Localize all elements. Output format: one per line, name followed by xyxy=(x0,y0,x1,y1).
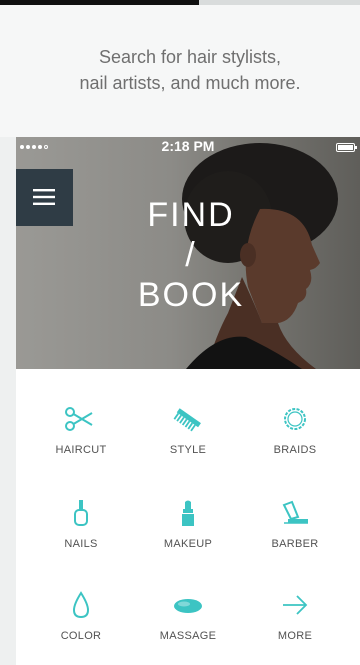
category-nails[interactable]: NAILS xyxy=(26,499,136,550)
braids-icon xyxy=(284,408,306,430)
hero-title-line: / xyxy=(185,236,197,274)
category-more[interactable]: MORE xyxy=(240,591,350,642)
hero-banner: 2:18 PM FIND / BOOK xyxy=(16,137,360,369)
category-braids[interactable]: BRAIDS xyxy=(240,405,350,456)
arrow-right-icon xyxy=(283,595,308,615)
category-label: MAKEUP xyxy=(163,538,213,550)
scissors-icon xyxy=(65,407,93,431)
category-label: COLOR xyxy=(60,630,102,642)
lipstick-icon xyxy=(182,500,194,526)
category-barber[interactable]: BARBER xyxy=(240,499,350,550)
status-bar: 2:18 PM xyxy=(16,137,360,157)
phone-screen: 2:18 PM FIND / BOOK HAIRCUT STYLE BRAIDS… xyxy=(16,137,360,665)
hero-title-line: BOOK xyxy=(137,276,245,314)
comb-icon xyxy=(173,408,201,432)
page-progress-bar xyxy=(0,0,360,5)
category-grid: HAIRCUT STYLE BRAIDS NAILS MAKEUP BARBER… xyxy=(16,369,360,665)
category-style[interactable]: STYLE xyxy=(133,405,243,456)
category-label: NAILS xyxy=(64,538,98,550)
hero-title: FIND / BOOK xyxy=(121,195,261,315)
category-makeup[interactable]: MAKEUP xyxy=(133,499,243,550)
category-haircut[interactable]: HAIRCUT xyxy=(26,405,136,456)
promo-tagline: Search for hair stylists, nail artists, … xyxy=(20,44,360,96)
page-progress-fill xyxy=(0,0,199,5)
category-massage[interactable]: MASSAGE xyxy=(133,591,243,642)
battery-icon xyxy=(336,143,357,152)
drop-icon xyxy=(72,591,90,619)
nail-polish-icon xyxy=(74,500,88,526)
category-label: BARBER xyxy=(271,538,319,550)
category-color[interactable]: COLOR xyxy=(26,591,136,642)
razor-icon xyxy=(282,500,308,524)
hamburger-icon xyxy=(33,189,55,205)
category-label: BRAIDS xyxy=(273,444,317,456)
status-time: 2:18 PM xyxy=(161,138,215,154)
tagline-line: nail artists, and much more. xyxy=(79,73,301,93)
menu-button[interactable] xyxy=(16,169,73,226)
category-label: STYLE xyxy=(169,444,207,456)
massage-stone-icon xyxy=(174,599,202,613)
hero-title-line: FIND xyxy=(147,196,235,234)
category-label: MASSAGE xyxy=(159,630,217,642)
tagline-line: Search for hair stylists, xyxy=(98,47,282,67)
category-label: MORE xyxy=(277,630,313,642)
category-label: HAIRCUT xyxy=(55,444,107,456)
device-edge xyxy=(0,137,16,665)
